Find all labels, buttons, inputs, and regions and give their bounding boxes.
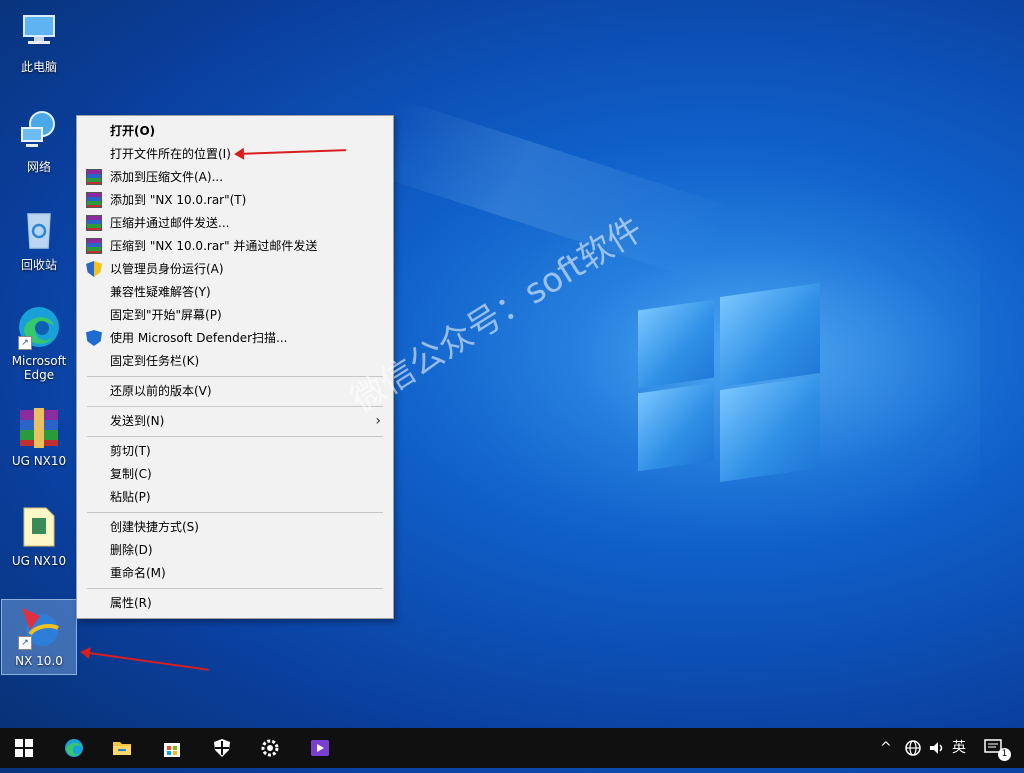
recycle-bin-icon bbox=[16, 206, 62, 252]
menu-item-pin-to-start[interactable]: 固定到"开始"屏幕(P) bbox=[77, 304, 393, 326]
taskbar: ^ 英 1 bbox=[0, 728, 1024, 768]
menu-item-create-shortcut[interactable]: 创建快捷方式(S) bbox=[77, 516, 393, 538]
desktop-icon-ug-nx10-archive[interactable]: UG NX10 bbox=[2, 404, 76, 468]
menu-item-pin-to-taskbar[interactable]: 固定到任务栏(K) bbox=[77, 350, 393, 372]
notification-center-button[interactable]: 1 bbox=[984, 728, 1011, 768]
menu-separator bbox=[87, 406, 383, 407]
desktop-icon-label: 回收站 bbox=[20, 258, 57, 272]
menu-item-compress-to-nx-rar-and-email[interactable]: 压缩到 "NX 10.0.rar" 并通过邮件发送 bbox=[77, 235, 393, 257]
menu-item-copy[interactable]: 复制(C) bbox=[77, 463, 393, 485]
menu-separator bbox=[87, 512, 383, 513]
desktop-icon-edge[interactable]: ↗ Microsoft Edge bbox=[2, 304, 76, 382]
menu-item-defender-scan[interactable]: 使用 Microsoft Defender扫描... bbox=[77, 327, 393, 349]
desktop-icon-label: UG NX10 bbox=[11, 554, 67, 568]
media-player-icon bbox=[311, 740, 329, 756]
winrar-icon bbox=[86, 169, 102, 185]
desktop-icon-label: UG NX10 bbox=[11, 454, 67, 468]
menu-item-properties[interactable]: 属性(R) bbox=[77, 592, 393, 614]
computer-icon bbox=[16, 8, 62, 54]
menu-item-troubleshoot-compatibility[interactable]: 兼容性疑难解答(Y) bbox=[77, 281, 393, 303]
menu-item-cut[interactable]: 剪切(T) bbox=[77, 440, 393, 462]
menu-item-run-as-admin[interactable]: 以管理员身份运行(A) bbox=[77, 258, 393, 280]
menu-item-add-to-nx-rar[interactable]: 添加到 "NX 10.0.rar"(T) bbox=[77, 189, 393, 211]
desktop-icon-label: 此电脑 bbox=[20, 60, 57, 74]
desktop-icon-recycle-bin[interactable]: 回收站 bbox=[2, 206, 76, 273]
taskbar-file-explorer[interactable] bbox=[98, 728, 146, 768]
windows-logo-wallpaper bbox=[460, 180, 980, 540]
network-globe-icon[interactable] bbox=[904, 728, 922, 768]
menu-separator bbox=[87, 588, 383, 589]
settings-icon bbox=[261, 739, 279, 757]
taskbar-media-player[interactable] bbox=[296, 728, 344, 768]
store-icon bbox=[164, 743, 180, 757]
taskbar-store[interactable] bbox=[148, 728, 196, 768]
taskbar-settings[interactable] bbox=[246, 728, 294, 768]
menu-item-paste[interactable]: 粘贴(P) bbox=[77, 486, 393, 508]
desktop-icon-label: NX 10.0 bbox=[15, 654, 63, 668]
shortcut-arrow-icon: ↗ bbox=[18, 636, 32, 650]
start-icon bbox=[15, 739, 33, 757]
folder-icon bbox=[16, 504, 62, 550]
edge-icon bbox=[65, 739, 83, 757]
file-explorer-icon bbox=[113, 742, 131, 755]
edge-icon: ↗ bbox=[16, 304, 62, 350]
winrar-icon bbox=[86, 238, 102, 254]
menu-item-add-to-archive[interactable]: 添加到压缩文件(A)... bbox=[77, 166, 393, 188]
menu-item-delete[interactable]: 删除(D) bbox=[77, 539, 393, 561]
desktop-icon-label: 网络 bbox=[26, 160, 51, 174]
desktop-icon-ug-nx10-folder[interactable]: UG NX10 bbox=[2, 504, 76, 568]
volume-icon[interactable] bbox=[928, 728, 946, 768]
menu-separator bbox=[87, 376, 383, 377]
menu-item-rename[interactable]: 重命名(M) bbox=[77, 562, 393, 584]
desktop-icon-nx-10[interactable]: ↗ NX 10.0 bbox=[1, 599, 77, 675]
winrar-icon bbox=[86, 215, 102, 231]
uac-shield-icon bbox=[86, 261, 102, 277]
annotation-arrow bbox=[81, 651, 209, 671]
menu-item-open[interactable]: 打开(O) bbox=[77, 120, 393, 142]
desktop-icon-network[interactable]: 网络 bbox=[2, 108, 76, 175]
taskbar-edge[interactable] bbox=[50, 728, 98, 768]
menu-item-send-to[interactable]: 发送到(N) › bbox=[77, 410, 393, 432]
context-menu: 打开(O) 打开文件所在的位置(I) 添加到压缩文件(A)... 添加到 "NX… bbox=[76, 115, 394, 619]
menu-separator bbox=[87, 436, 383, 437]
start-button[interactable] bbox=[0, 728, 48, 768]
desktop-icon-label: Microsoft Edge bbox=[11, 354, 67, 382]
desktop-icon-this-pc[interactable]: 此电脑 bbox=[2, 8, 76, 75]
shortcut-arrow-icon: ↗ bbox=[18, 336, 32, 350]
taskbar-security[interactable] bbox=[198, 728, 246, 768]
winrar-icon bbox=[86, 192, 102, 208]
network-icon bbox=[16, 108, 62, 154]
nx-app-icon: ↗ bbox=[16, 604, 62, 650]
security-icon bbox=[214, 739, 230, 757]
ime-indicator[interactable]: 英 bbox=[952, 728, 966, 768]
notification-count-badge: 1 bbox=[998, 748, 1011, 761]
defender-shield-icon bbox=[86, 330, 102, 346]
menu-item-compress-and-email[interactable]: 压缩并通过邮件发送... bbox=[77, 212, 393, 234]
winrar-archive-icon bbox=[16, 404, 62, 450]
tray-chevron-up-icon[interactable]: ^ bbox=[880, 728, 892, 768]
